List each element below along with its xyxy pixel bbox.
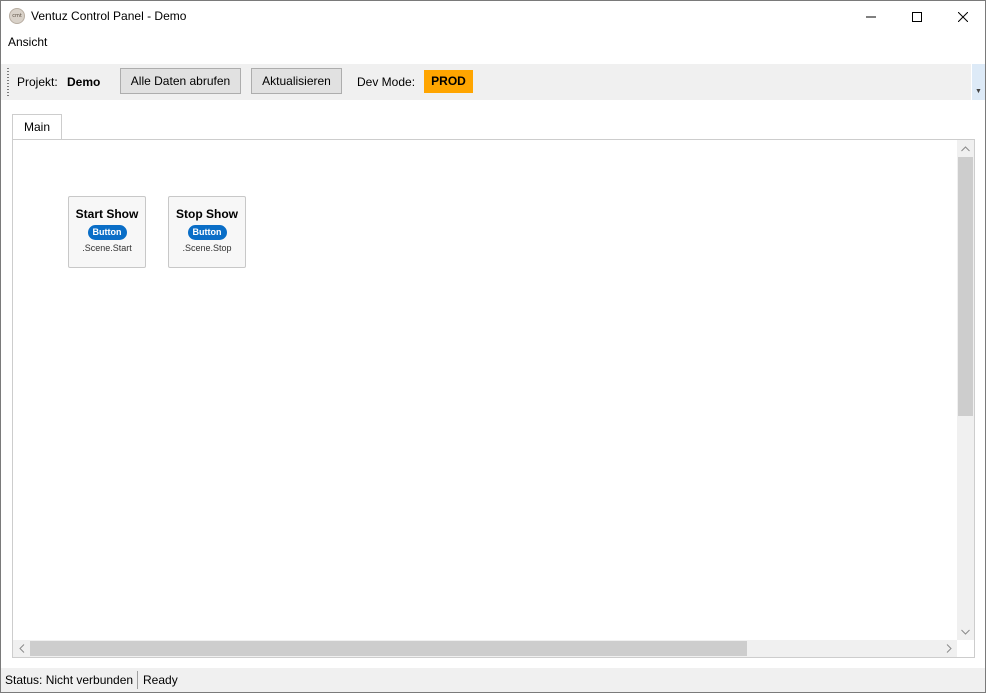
card-target: .Scene.Stop (182, 243, 232, 253)
horizontal-scroll-thumb[interactable] (30, 641, 747, 656)
dev-mode-badge[interactable]: PROD (424, 70, 473, 93)
card-type-badge: Button (87, 225, 127, 240)
ready-status: Ready (143, 673, 178, 687)
scroll-left-icon[interactable] (13, 640, 30, 657)
menu-ansicht[interactable]: Ansicht (8, 35, 47, 49)
card-title: Start Show (75, 207, 139, 221)
app-window: cmt Ventuz Control Panel - Demo Ansicht … (0, 0, 986, 693)
vertical-scroll-thumb[interactable] (958, 157, 973, 416)
horizontal-scrollbar[interactable] (13, 640, 957, 657)
chevron-down-icon: ▼ (975, 88, 982, 95)
menu-bar: Ansicht (1, 32, 985, 53)
maximize-icon (912, 11, 922, 22)
card-type-badge: Button (187, 225, 227, 240)
toolbar-overflow-button[interactable]: ▼ (972, 64, 985, 100)
title-bar[interactable]: cmt Ventuz Control Panel - Demo (1, 1, 985, 32)
project-value: Demo (67, 75, 101, 89)
close-icon (958, 11, 968, 22)
minimize-button[interactable] (848, 1, 894, 32)
tab-main[interactable]: Main (12, 114, 62, 139)
main-panel: Start Show Button .Scene.Start Stop Show… (12, 139, 975, 658)
card-title: Stop Show (176, 207, 238, 221)
toolbar-grip[interactable] (7, 68, 9, 96)
status-bar: Status: Nicht verbunden Ready (1, 668, 985, 692)
dev-mode-label: Dev Mode: (357, 75, 416, 89)
card-target: .Scene.Start (82, 243, 132, 253)
connection-status: Status: Nicht verbunden (5, 673, 134, 687)
scroll-right-icon[interactable] (940, 640, 957, 657)
vertical-scrollbar[interactable] (957, 140, 974, 640)
app-logo-icon: cmt (9, 8, 25, 24)
close-button[interactable] (940, 1, 985, 32)
scroll-up-icon[interactable] (957, 140, 974, 157)
window-title: Ventuz Control Panel - Demo (31, 9, 187, 23)
start-show-button-card[interactable]: Start Show Button .Scene.Start (68, 196, 146, 268)
maximize-button[interactable] (894, 1, 940, 32)
refresh-button[interactable]: Aktualisieren (251, 68, 342, 94)
fetch-all-data-button[interactable]: Alle Daten abrufen (120, 68, 241, 94)
stop-show-button-card[interactable]: Stop Show Button .Scene.Stop (168, 196, 246, 268)
toolbar: Projekt: Demo Alle Daten abrufen Aktuali… (1, 64, 971, 100)
status-separator (137, 671, 138, 689)
minimize-icon (866, 16, 876, 17)
scroll-down-icon[interactable] (957, 623, 974, 640)
project-label: Projekt: (17, 75, 58, 89)
